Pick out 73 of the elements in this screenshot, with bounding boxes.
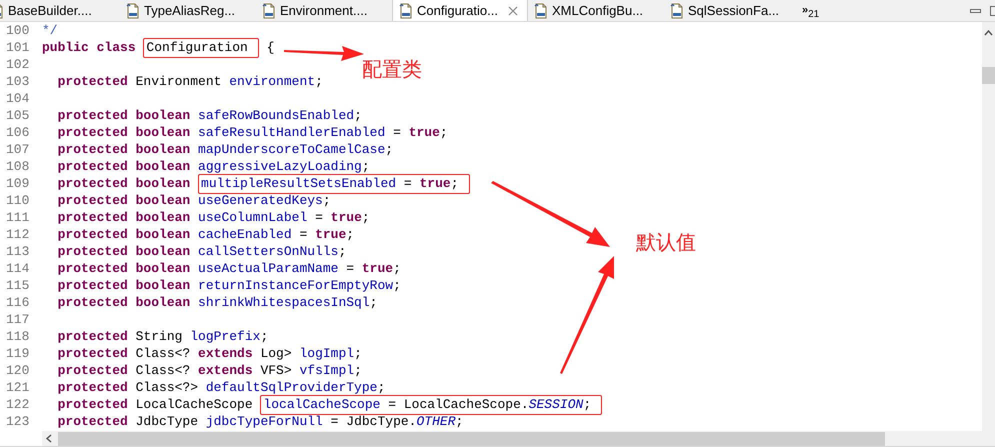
code-line: protected boolean aggressiveLazyLoading; <box>56 158 370 175</box>
editor-tab[interactable]: Configuratio... <box>392 0 528 21</box>
code-line: protected boolean safeRowBoundsEnabled; <box>56 107 362 124</box>
editor-tab[interactable]: XMLConfigBu... <box>528 0 664 21</box>
code-line: protected Class<? extends VFS> vfsImpl; <box>56 362 362 379</box>
line-number: 118 <box>5 328 30 345</box>
line-number: 103 <box>5 73 30 90</box>
code-line: */ <box>42 22 58 39</box>
class-file-icon <box>534 2 548 18</box>
scrollbar-thumb[interactable] <box>982 67 995 84</box>
class-file-icon <box>670 2 684 18</box>
line-number: 115 <box>5 277 30 294</box>
line-number: 107 <box>5 141 30 158</box>
code-line: protected boolean callSettersOnNulls; <box>56 243 346 260</box>
line-number: 123 <box>5 413 30 430</box>
code-line: protected Class<?> defaultSqlProviderType; <box>56 379 386 396</box>
code-line: protected boolean shrinkWhitespacesInSql; <box>56 294 378 311</box>
code-text: protected boolean <box>56 175 190 192</box>
highlighted-code: Configuration <box>143 38 259 58</box>
vertical-scrollbar[interactable] <box>982 22 995 431</box>
line-number: 121 <box>5 379 30 396</box>
line-number: 109 <box>5 175 30 192</box>
highlighted-code: localCacheScope = LocalCacheScope.SESSION; <box>260 394 602 414</box>
code-line: protected boolean useColumnLabel = true; <box>56 209 370 226</box>
code-text: { <box>266 39 274 56</box>
editor-tab[interactable]: SqlSessionFa... <box>664 0 800 21</box>
line-number: 120 <box>5 362 30 379</box>
line-number: 110 <box>5 192 30 209</box>
code-text: public class <box>42 39 136 56</box>
code-line: protected JdbcType jdbcTypeForNull = JdbcType.OTHER; <box>56 413 464 430</box>
code-line: protected boolean useActualParamName = true; <box>56 260 401 277</box>
scrollbar-thumb[interactable] <box>58 432 885 446</box>
class-file-icon <box>262 2 276 18</box>
editor-tab[interactable]: BaseBuilder.... <box>0 0 120 21</box>
editor-tab[interactable]: TypeAliasReg... <box>120 0 256 21</box>
minimize-icon[interactable] <box>970 6 982 14</box>
line-number: 111 <box>5 209 30 226</box>
code-line: protected String logPrefix; <box>56 328 268 345</box>
line-number: 105 <box>5 107 30 124</box>
code-line: protected boolean mapUnderscoreToCamelCase; <box>56 141 394 158</box>
line-number: 122 <box>5 396 30 413</box>
line-number: 112 <box>5 226 30 243</box>
line-number: 102 <box>5 56 30 73</box>
line-number: 106 <box>5 124 30 141</box>
line-number: 101 <box>5 39 30 56</box>
code-line: protected Class<? extends Log> logImpl; <box>56 345 362 362</box>
horizontal-scrollbar[interactable] <box>42 431 995 446</box>
line-number: 104 <box>5 90 30 107</box>
more-tabs-button[interactable]: »21 <box>802 5 820 16</box>
close-icon[interactable] <box>508 6 518 16</box>
class-file-icon <box>126 2 140 18</box>
highlighted-code: multipleResultSetsEnabled = true; <box>198 174 470 194</box>
line-number: 117 <box>5 311 30 328</box>
line-number: 108 <box>5 158 30 175</box>
scroll-left-icon[interactable] <box>45 434 54 443</box>
code-line: protected boolean cacheEnabled = true; <box>56 226 354 243</box>
class-file-icon <box>399 2 413 18</box>
maximize-icon[interactable] <box>990 6 995 16</box>
line-number: 119 <box>5 345 30 362</box>
arrow-icon <box>490 181 612 249</box>
code-line: protected Environment environment; <box>56 73 323 90</box>
line-number: 100 <box>5 22 30 39</box>
editor-tab[interactable]: Environment.... <box>256 0 392 21</box>
line-number: 116 <box>5 294 30 311</box>
code-line: protected boolean returnInstanceForEmptyRow; <box>56 277 401 294</box>
annotation-label: 配置类 <box>362 58 422 82</box>
line-number: 114 <box>5 260 30 277</box>
line-number: 113 <box>5 243 30 260</box>
code-line: protected boolean useGeneratedKeys; <box>56 192 331 209</box>
scroll-up-icon[interactable] <box>984 29 993 38</box>
code-line: protected boolean safeResultHandlerEnabled = true; <box>56 124 448 141</box>
code-text: protected LocalCacheScope <box>56 396 253 413</box>
annotation-label: 默认值 <box>636 231 696 255</box>
